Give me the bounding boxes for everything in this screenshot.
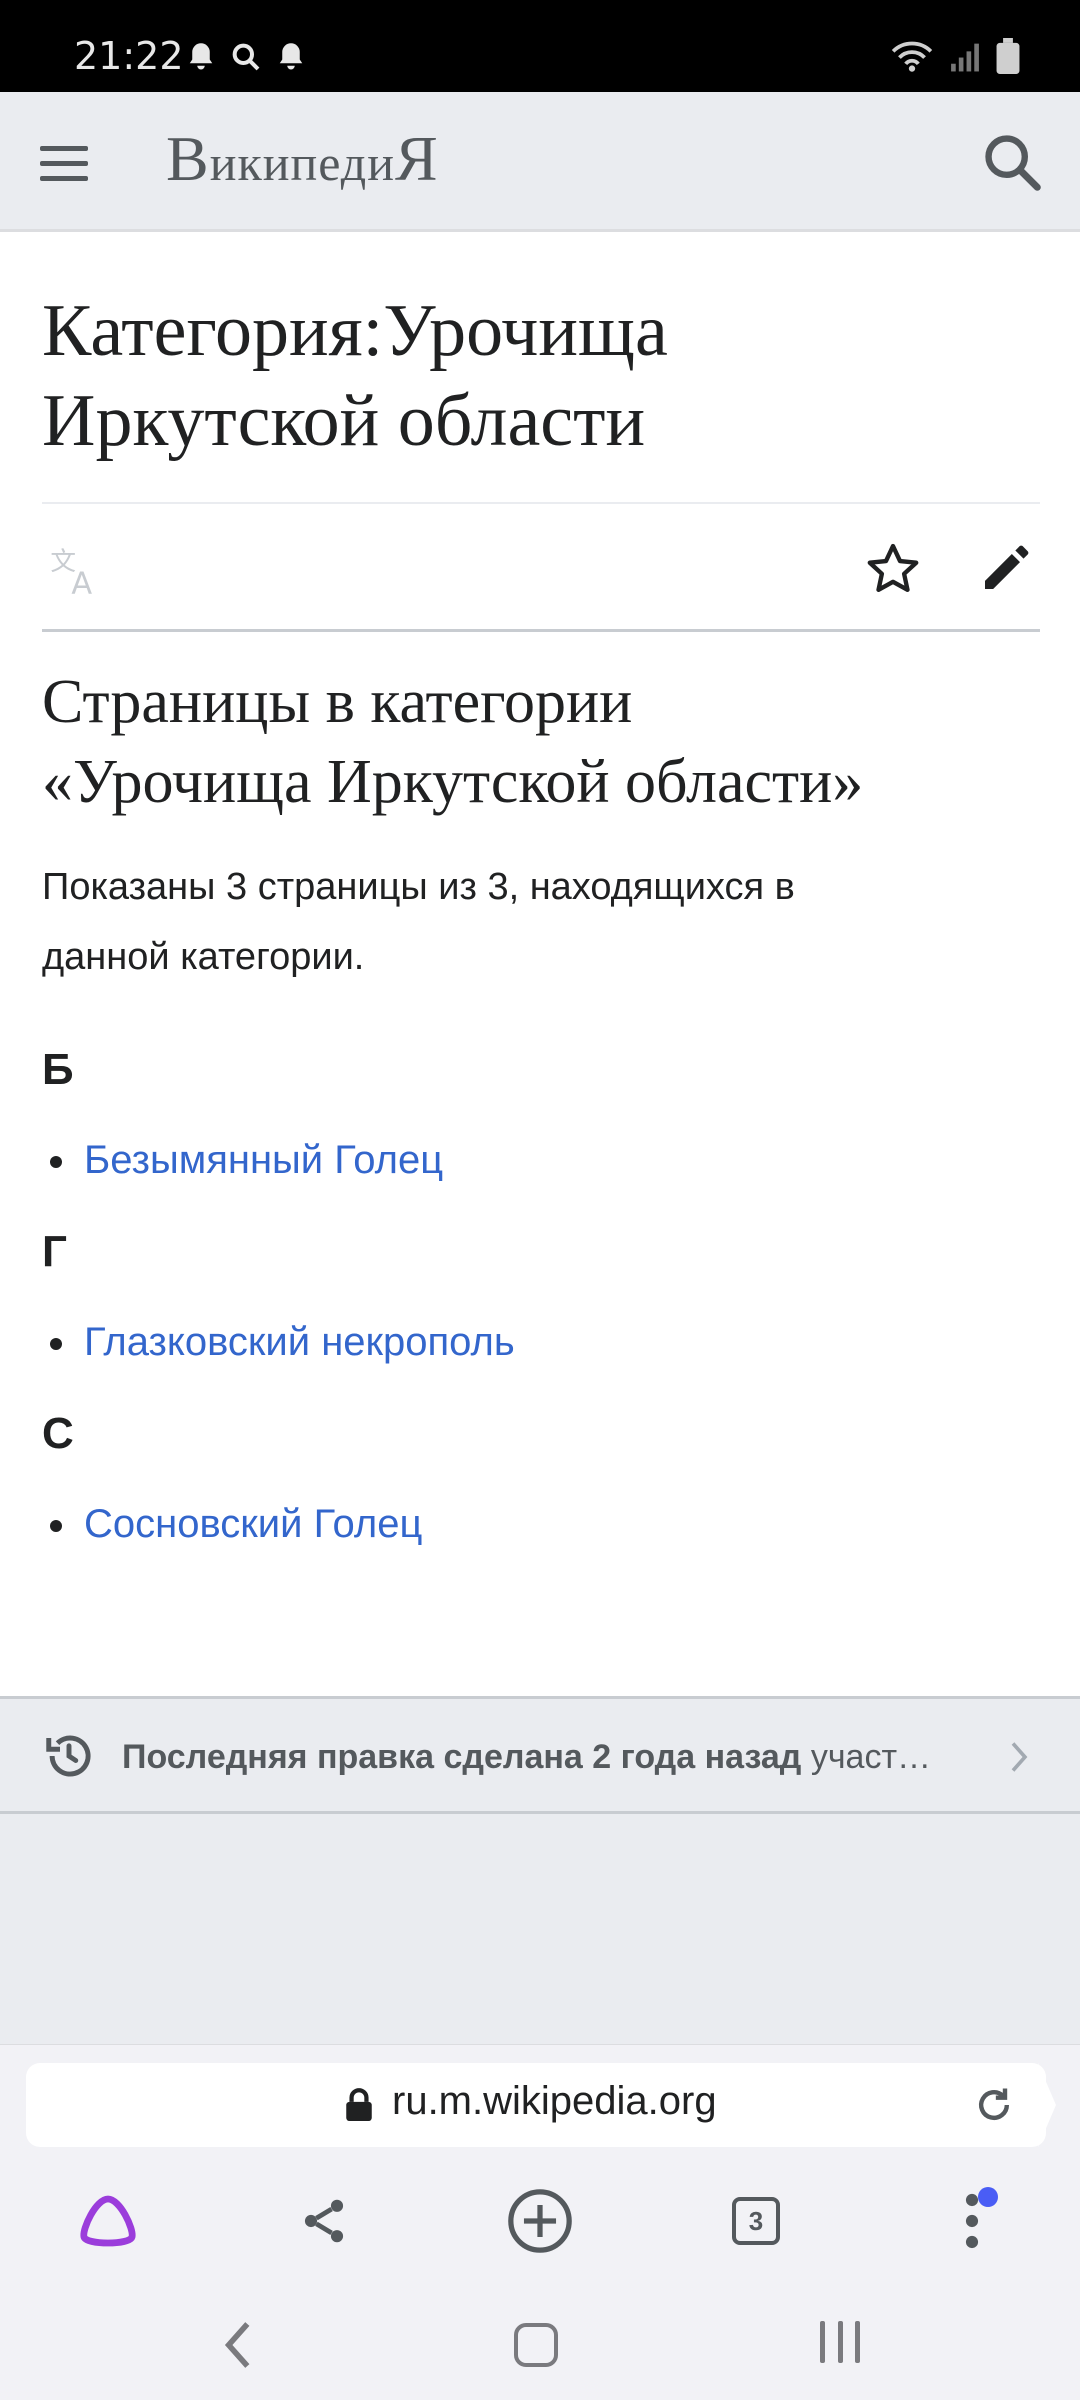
wifi-icon <box>891 41 933 72</box>
category-list: Глазковский некрополь <box>42 1312 1040 1372</box>
page-title-line: Иркутской области <box>42 380 646 462</box>
status-time: 21:22 <box>74 34 184 78</box>
category-page-link[interactable]: Сосновский Голец <box>84 1502 422 1546</box>
recents-bar <box>837 2321 843 2363</box>
chevron-right-icon <box>1011 1742 1028 1772</box>
menu-icon-bar <box>40 160 88 166</box>
category-list: Безымянный Голец <box>42 1130 1040 1190</box>
system-nav-bar <box>0 2291 1080 2401</box>
share-button[interactable] <box>284 2181 364 2261</box>
address-bar[interactable]: ru.m.wikipedia.org <box>26 2063 1046 2147</box>
tabs-button[interactable]: 3 <box>716 2181 796 2261</box>
history-clock-icon <box>46 1735 91 1777</box>
search-icon[interactable] <box>980 130 1044 194</box>
section-heading-line: «Урочища Иркутской области» <box>42 748 864 816</box>
plus-circle-icon <box>508 2189 572 2253</box>
main-menu-button[interactable] <box>40 134 98 192</box>
watch-star-icon[interactable] <box>864 540 922 598</box>
signal-icon <box>951 43 979 72</box>
page-title: Категория:Урочища Иркутской области <box>42 286 1040 504</box>
wordmark-last-letter: Я <box>394 123 439 194</box>
category-group: Г Глазковский некрополь <box>42 1222 1040 1372</box>
last-modified-text: Последняя правка сделана 2 года назад уч… <box>122 1735 952 1779</box>
wikipedia-wordmark[interactable]: ВикипедиЯ <box>166 122 439 196</box>
svg-text:A: A <box>71 566 92 598</box>
back-icon[interactable] <box>218 2317 258 2373</box>
last-modified-bar[interactable]: Последняя правка сделана 2 года назад уч… <box>0 1696 1080 1814</box>
more-menu-button[interactable] <box>932 2181 1012 2261</box>
category-list: Сосновский Голец <box>42 1494 1040 1554</box>
bell-icon <box>189 43 213 70</box>
group-letter: Б <box>42 1045 74 1094</box>
last-modified-bold: Последняя правка сделана 2 года назад <box>122 1738 802 1776</box>
search-notification-icon <box>232 43 260 71</box>
count-text-line: данной категории. <box>42 936 365 978</box>
edit-pencil-icon[interactable] <box>978 540 1034 596</box>
recents-bar <box>820 2321 825 2363</box>
wordmark-middle: икипеди <box>209 135 395 191</box>
list-item: Глазковский некрополь <box>42 1312 1040 1372</box>
last-modified-user: участ… <box>801 1738 932 1776</box>
wiki-header: ВикипедиЯ <box>0 92 1080 232</box>
category-group: Б Безымянный Голец <box>42 1040 1040 1190</box>
url-text: ru.m.wikipedia.org <box>392 2079 717 2123</box>
language-icon[interactable]: 文A <box>48 542 104 598</box>
status-bar: 21:22 <box>0 0 1080 92</box>
list-item: Сосновский Голец <box>42 1494 1040 1554</box>
wordmark-first-letter: В <box>166 123 210 194</box>
tab-count: 3 <box>732 2197 780 2245</box>
page-content: Категория:Урочища Иркутской области 文A С… <box>42 232 1040 1554</box>
section-heading-line: Страницы в категории <box>42 668 633 736</box>
page-actions: 文A <box>42 504 1040 632</box>
menu-icon-bar <box>40 145 88 151</box>
alice-assistant-button[interactable] <box>68 2181 148 2261</box>
category-page-link[interactable]: Глазковский некрополь <box>84 1320 515 1364</box>
battery-icon <box>996 38 1020 74</box>
address-bar-tip <box>1038 2063 1056 2147</box>
footer-area <box>0 1814 1080 2044</box>
share-icon <box>304 2199 344 2243</box>
browser-toolbar: ru.m.wikipedia.org 3 <box>0 2044 1080 2400</box>
section-heading: Страницы в категории «Урочища Иркутской … <box>42 662 1040 822</box>
reload-icon[interactable] <box>972 2083 1016 2127</box>
menu-icon-bar <box>40 175 88 181</box>
category-page-link[interactable]: Безымянный Голец <box>84 1138 443 1182</box>
recents-bar <box>855 2321 860 2363</box>
count-text-line: Показаны 3 страницы из 3, находящихся в <box>42 866 795 908</box>
notification-dot <box>978 2187 998 2207</box>
group-letter: С <box>42 1409 74 1458</box>
lock-icon <box>346 2088 372 2121</box>
home-button[interactable] <box>514 2323 558 2367</box>
system-icons <box>890 38 1020 74</box>
list-item: Безымянный Голец <box>42 1130 1040 1190</box>
new-tab-button[interactable] <box>500 2181 580 2261</box>
group-letter: Г <box>42 1227 67 1276</box>
bell-icon <box>279 43 303 70</box>
page-title-line: Категория:Урочища <box>42 290 668 372</box>
alice-icon <box>80 2195 136 2247</box>
notification-icons <box>186 40 306 74</box>
pages-count-text: Показаны 3 страницы из 3, находящихся в … <box>42 852 1040 992</box>
recents-button[interactable] <box>820 2321 860 2369</box>
category-group: С Сосновский Голец <box>42 1404 1040 1554</box>
